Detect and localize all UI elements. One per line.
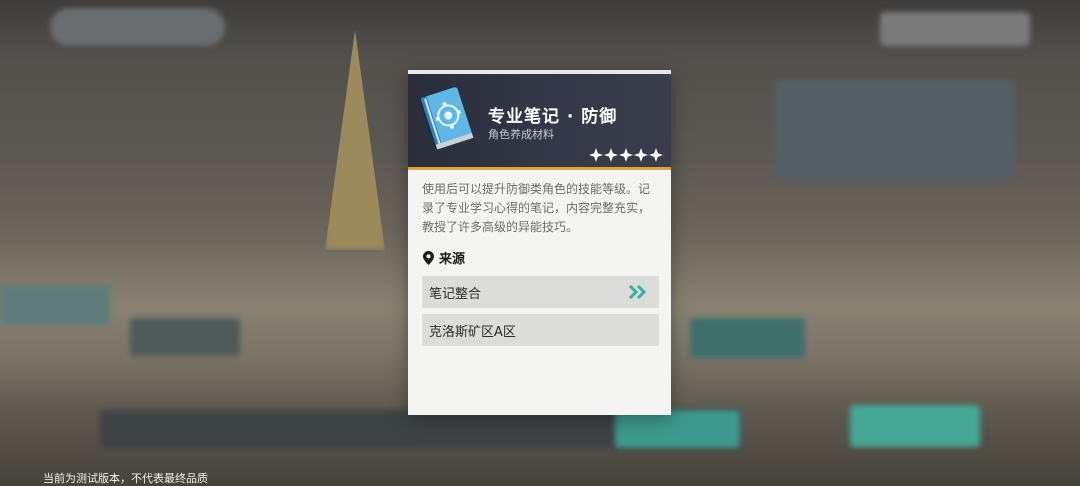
test-version-notice: 当前为测试版本，不代表最终品质 bbox=[43, 472, 208, 485]
blue-notebook-icon bbox=[419, 86, 474, 150]
item-description: 使用后可以提升防御类角色的技能等级。记录了专业学习心得的笔记，内容完整充实，教授… bbox=[422, 182, 651, 234]
bg-blur-right-panel bbox=[775, 80, 1015, 180]
source-entry-notes-merge[interactable]: 笔记整合 bbox=[422, 276, 659, 308]
bg-blur-left-tag bbox=[0, 285, 110, 325]
bg-blur-confirm-button bbox=[850, 405, 980, 447]
star-icon bbox=[604, 148, 618, 162]
bg-blur-topleft-button bbox=[50, 8, 225, 46]
star-icon bbox=[619, 148, 633, 162]
star-icon bbox=[634, 148, 648, 162]
source-entry-mine-area: 克洛斯矿区A区 bbox=[422, 314, 659, 346]
item-detail-popup: 专业笔记 · 防御 角色养成材料 使用后可以提升防御类角色的技能等级。记录了专业… bbox=[408, 70, 671, 415]
item-type: 角色养成材料 bbox=[488, 128, 554, 141]
bg-blur-teal-tag bbox=[690, 318, 805, 358]
item-header: 专业笔记 · 防御 角色养成材料 bbox=[408, 74, 671, 170]
source-entry-label: 克洛斯矿区A区 bbox=[429, 324, 516, 340]
star-icon bbox=[649, 148, 663, 162]
source-entry-label: 笔记整合 bbox=[429, 286, 482, 302]
star-icon bbox=[589, 148, 603, 162]
location-pin-icon bbox=[423, 250, 434, 265]
bg-blur-top-icons bbox=[880, 12, 1030, 46]
item-name: 专业笔记 · 防御 bbox=[488, 107, 618, 127]
source-heading-label: 来源 bbox=[439, 252, 466, 267]
bg-blur-tag-2 bbox=[130, 318, 240, 356]
double-chevron-right-icon[interactable] bbox=[629, 285, 649, 299]
source-heading: 来源 bbox=[423, 248, 465, 267]
rarity-stars bbox=[589, 148, 663, 162]
bg-blur-teal-button bbox=[615, 410, 740, 448]
